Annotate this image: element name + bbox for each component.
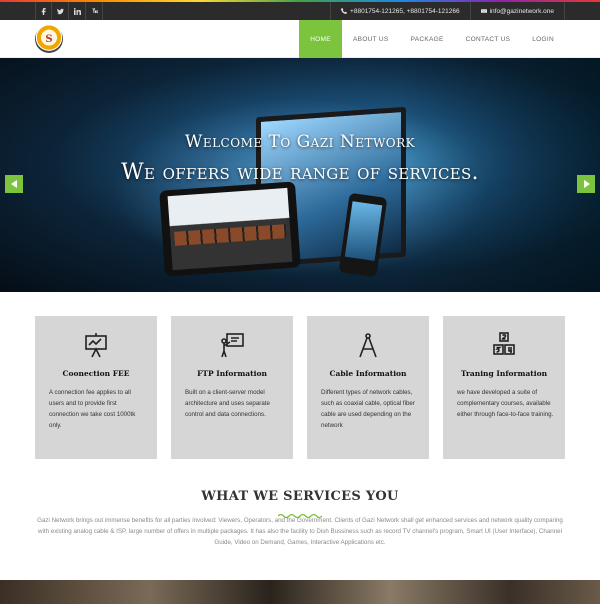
service-description: Built on a client-server model architect… bbox=[185, 389, 270, 418]
service-title: Cable Information bbox=[329, 369, 407, 378]
service-title: Coonection FEE bbox=[62, 369, 130, 378]
email-info[interactable]: info@gazinetwork.one bbox=[469, 2, 565, 20]
twitter-link[interactable] bbox=[52, 2, 69, 20]
hero-slider: Welcome To Gazi Network We offers wide r… bbox=[0, 58, 600, 292]
email-address[interactable]: info@gazinetwork.one bbox=[490, 8, 554, 15]
service-description: we have developed a suite of complementa… bbox=[457, 389, 554, 418]
presentation-board-icon bbox=[85, 333, 107, 358]
nav-login[interactable]: LOGIN bbox=[521, 20, 565, 58]
drafting-compass-icon bbox=[359, 333, 377, 358]
tablet-screen bbox=[167, 187, 293, 271]
nav-contact-us[interactable]: CONTACT US bbox=[455, 20, 522, 58]
hero-subtitle: We offers wide range of services. bbox=[121, 160, 479, 185]
service-icon bbox=[171, 332, 293, 360]
next-section-image bbox=[0, 580, 600, 604]
service-card-training[interactable]: Traning Information we have developed a … bbox=[443, 316, 565, 459]
slider-prev-button[interactable] bbox=[5, 175, 23, 193]
contact-info: +8801754-121265, +8801754-121266 info@ga… bbox=[330, 2, 565, 20]
slider-next-button[interactable] bbox=[577, 175, 595, 193]
main-navbar: S HOME ABOUT US PACKAGE CONTACT US LOGIN bbox=[0, 20, 600, 58]
chevron-left-icon bbox=[10, 180, 17, 188]
nav-about-us[interactable]: ABOUT US bbox=[342, 20, 400, 58]
twitter-icon bbox=[56, 8, 64, 14]
logo-mark: S bbox=[45, 33, 53, 45]
facebook-icon bbox=[41, 7, 46, 15]
title-underline bbox=[277, 506, 323, 519]
service-description: A connection fee applies to all users an… bbox=[49, 389, 136, 429]
nav-home[interactable]: HOME bbox=[299, 20, 343, 58]
top-bar: +8801754-121265, +8801754-121266 info@ga… bbox=[0, 0, 600, 20]
phone-screen bbox=[344, 201, 383, 261]
whiteboard-teacher-icon bbox=[221, 333, 244, 358]
service-card-connection-fee[interactable]: Coonection FEE A connection fee applies … bbox=[35, 316, 157, 459]
facebook-link[interactable] bbox=[35, 2, 52, 20]
chevron-right-icon bbox=[583, 180, 590, 188]
service-icon bbox=[35, 332, 157, 360]
youtube-icon bbox=[91, 7, 98, 13]
service-icon bbox=[307, 332, 429, 360]
service-description: Different types of network cables, such … bbox=[321, 389, 415, 429]
service-icon bbox=[443, 332, 565, 360]
social-links bbox=[35, 2, 103, 20]
hero-title: Welcome To Gazi Network bbox=[184, 132, 416, 152]
section-title: WHAT WE SERVICES YOU bbox=[201, 489, 399, 504]
service-cards: Coonection FEE A connection fee applies … bbox=[35, 316, 565, 459]
service-title: FTP Information bbox=[197, 369, 267, 378]
service-card-ftp[interactable]: FTP Information Built on a client-server… bbox=[171, 316, 293, 459]
section-description: Gazi Network brings out immense benefits… bbox=[37, 517, 563, 546]
tablet-image bbox=[159, 181, 301, 277]
linkedin-icon bbox=[73, 7, 81, 15]
youtube-link[interactable] bbox=[86, 2, 103, 20]
numbered-blocks-icon bbox=[493, 332, 515, 355]
nav-package[interactable]: PACKAGE bbox=[400, 20, 455, 58]
site-logo[interactable]: S bbox=[35, 25, 63, 53]
phone-icon bbox=[341, 8, 348, 14]
service-title: Traning Information bbox=[460, 369, 548, 378]
phone-info: +8801754-121265, +8801754-121266 bbox=[330, 2, 470, 20]
envelope-icon bbox=[480, 9, 487, 13]
linkedin-link[interactable] bbox=[69, 2, 86, 20]
nav-menu: HOME ABOUT US PACKAGE CONTACT US LOGIN bbox=[299, 20, 565, 58]
service-card-cable[interactable]: Cable Information Different types of net… bbox=[307, 316, 429, 459]
phone-numbers: +8801754-121265, +8801754-121266 bbox=[350, 7, 460, 15]
